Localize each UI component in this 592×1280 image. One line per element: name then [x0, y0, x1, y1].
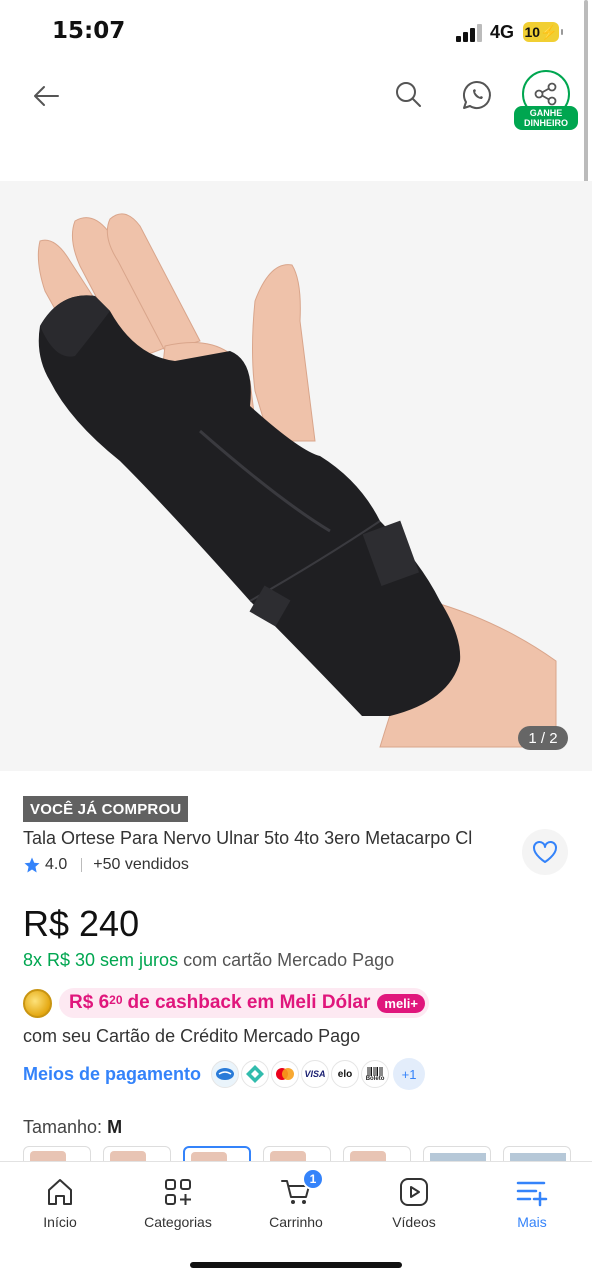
already-bought-badge: VOCÊ JÁ COMPROU — [23, 796, 189, 822]
installments: 8x R$ 30 sem juros com cartão Mercado Pa… — [23, 950, 394, 971]
cashback-row: R$ 6 20 de cashback em Meli Dólar meli+ — [23, 988, 429, 1018]
price: R$ 240 — [23, 903, 140, 944]
sold-count: +50 vendidos — [93, 856, 189, 873]
back-arrow-icon[interactable] — [28, 78, 64, 114]
home-indicator — [190, 1262, 402, 1268]
boleto-icon: Boleto — [361, 1060, 390, 1088]
mastercard-icon — [271, 1060, 300, 1088]
categories-icon — [118, 1172, 238, 1212]
meli-dollar-coin-icon — [23, 988, 52, 1018]
image-counter: 1 / 2 — [518, 726, 568, 750]
installments-text: com cartão Mercado Pago — [178, 950, 395, 970]
cashback-cents: 20 — [109, 993, 123, 1007]
payment-methods-row[interactable]: Meios de pagamento VISA elo Boleto +1 — [23, 1058, 426, 1090]
cart-icon: 1 — [236, 1168, 356, 1212]
pix-icon — [241, 1060, 270, 1088]
tab-label: Vídeos — [392, 1214, 436, 1230]
size-label-text: Tamanho: — [23, 1117, 108, 1137]
product-image-gallery[interactable] — [0, 181, 592, 771]
boleto-label: Boleto — [365, 1075, 385, 1082]
heart-icon — [533, 841, 557, 863]
installments-highlight: 8x R$ 30 sem juros — [23, 950, 179, 970]
tab-categorias[interactable]: Categorias — [118, 1172, 238, 1230]
share-earn-button[interactable]: GANHE DINHEIRO — [514, 68, 578, 130]
cashback-text: de cashback em Meli Dólar — [127, 992, 371, 1013]
tab-videos[interactable]: Vídeos — [354, 1172, 474, 1230]
size-label: Tamanho: M — [23, 1117, 122, 1138]
status-bar: 15:07 4G 10 ⚡ — [0, 0, 592, 64]
tab-carrinho[interactable]: 1 Carrinho — [236, 1168, 356, 1230]
product-title: Tala Ortese Para Nervo Ulnar 5to 4to 3er… — [23, 828, 473, 848]
rating-row[interactable]: 4.0 +50 vendidos — [23, 856, 189, 874]
mercado-pago-icon — [211, 1060, 240, 1088]
tab-mais[interactable]: Mais — [472, 1172, 592, 1230]
payment-methods-link[interactable]: Meios de pagamento — [23, 1064, 201, 1085]
menu-plus-icon — [472, 1172, 592, 1212]
visa-logo: VISA — [301, 1060, 330, 1088]
more-payment-methods[interactable]: +1 — [393, 1058, 426, 1090]
cart-count-badge: 1 — [302, 1168, 324, 1190]
meli-plus-badge: meli+ — [377, 993, 425, 1013]
share-label-line2: DINHEIRO — [523, 118, 568, 128]
battery-level: 10 — [524, 24, 541, 40]
elo-logo: elo — [331, 1060, 360, 1088]
rating-value: 4.0 — [45, 856, 68, 873]
tab-inicio[interactable]: Início — [0, 1172, 120, 1230]
network-type: 4G — [490, 22, 515, 42]
size-value: M — [107, 1117, 123, 1137]
favorite-button[interactable] — [522, 829, 568, 875]
whatsapp-share-icon[interactable] — [458, 76, 496, 114]
share-earn-label: GANHE DINHEIRO — [514, 106, 578, 130]
tab-label: Categorias — [144, 1214, 212, 1230]
cashback-subtitle: com seu Cartão de Crédito Mercado Pago — [23, 1026, 361, 1046]
tab-label: Início — [43, 1214, 77, 1230]
status-time: 15:07 — [52, 18, 126, 44]
battery-icon: 10 ⚡ — [523, 22, 563, 42]
tab-label: Carrinho — [269, 1214, 323, 1230]
search-icon[interactable] — [390, 76, 426, 112]
share-label-line1: GANHE — [529, 108, 563, 118]
star-icon — [24, 857, 40, 873]
product-image — [37, 213, 557, 748]
signal-icon — [456, 24, 482, 42]
cashback-pill: R$ 6 20 de cashback em Meli Dólar meli+ — [59, 988, 429, 1018]
divider — [81, 858, 83, 872]
cashback-amount: R$ 6 — [69, 992, 110, 1013]
tab-label: Mais — [517, 1214, 547, 1230]
home-icon — [0, 1172, 120, 1212]
video-play-icon — [354, 1172, 474, 1212]
